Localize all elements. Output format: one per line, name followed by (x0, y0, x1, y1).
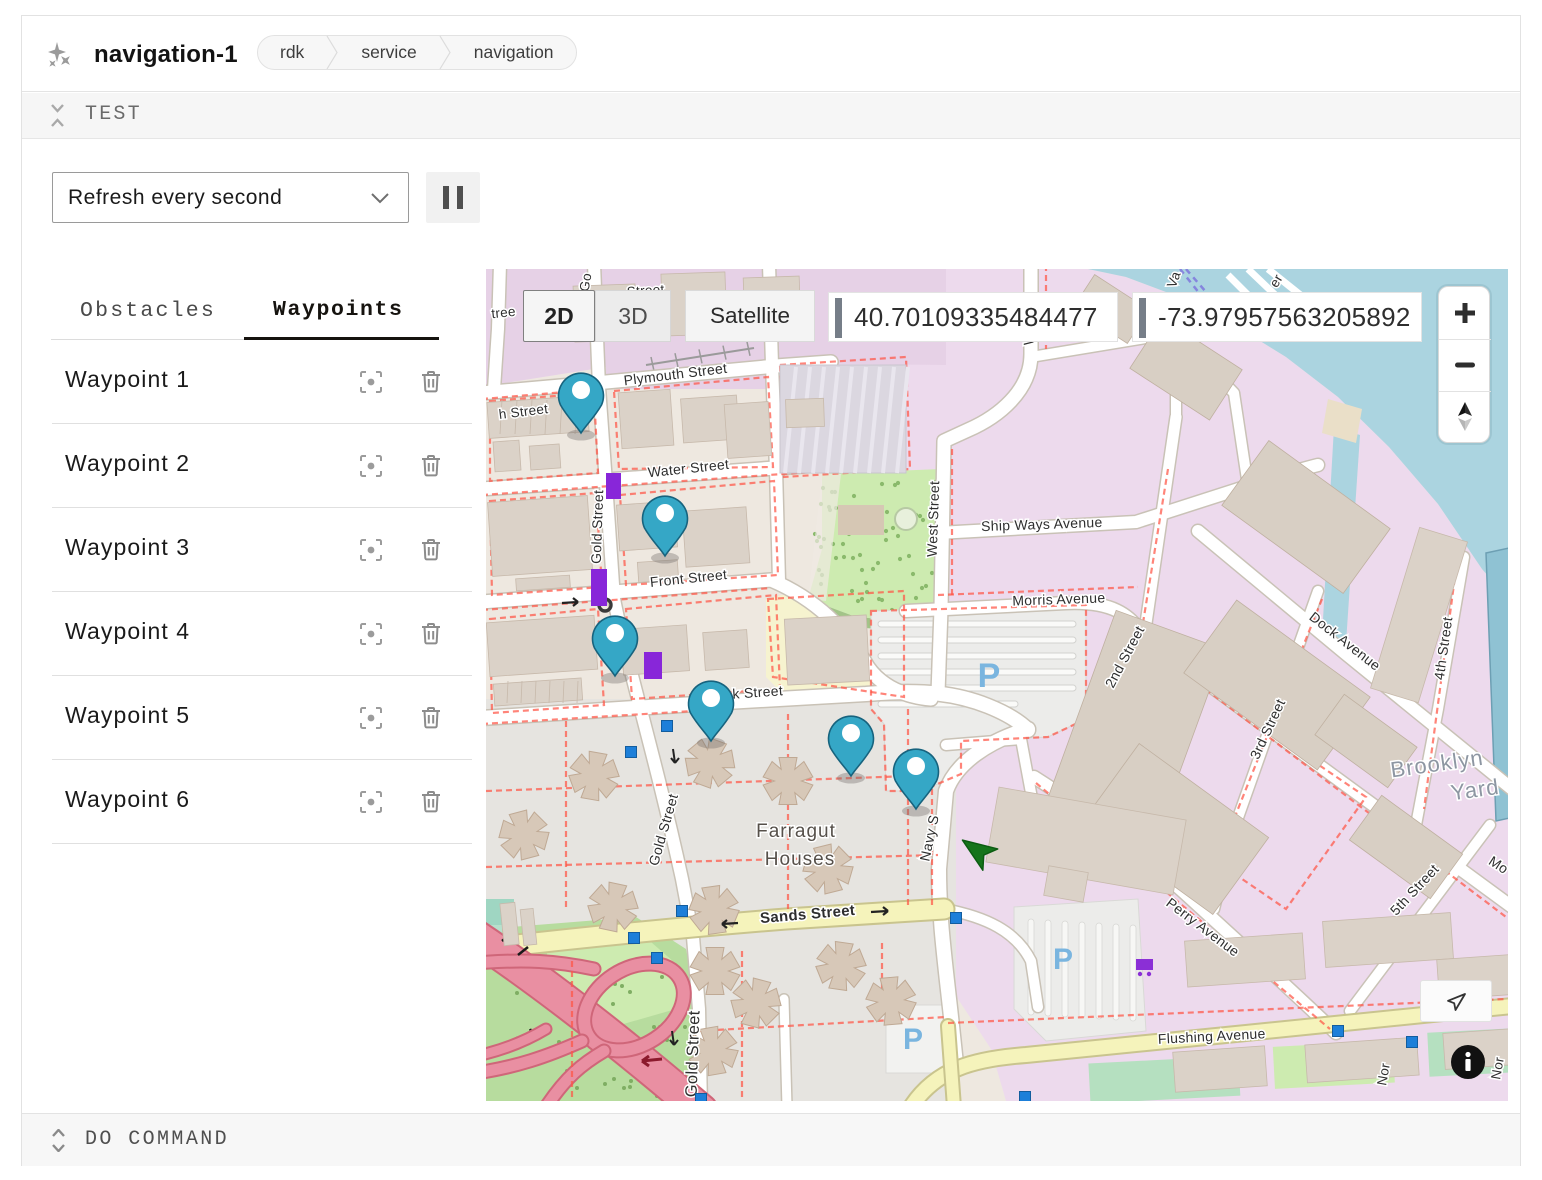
svg-text:P: P (1053, 943, 1073, 976)
svg-text:West Street: West Street (924, 480, 943, 557)
svg-text:P: P (978, 657, 1001, 695)
svg-text:Morris Avenue: Morris Avenue (1012, 589, 1106, 608)
svg-text:P: P (903, 1023, 923, 1056)
svg-text:Houses: Houses (765, 849, 835, 870)
svg-text:tree: tree (491, 304, 517, 321)
svg-text:Gold Street: Gold Street (588, 490, 607, 565)
svg-text:Farragut: Farragut (756, 821, 836, 842)
svg-text:Gold Street: Gold Street (682, 1010, 703, 1097)
